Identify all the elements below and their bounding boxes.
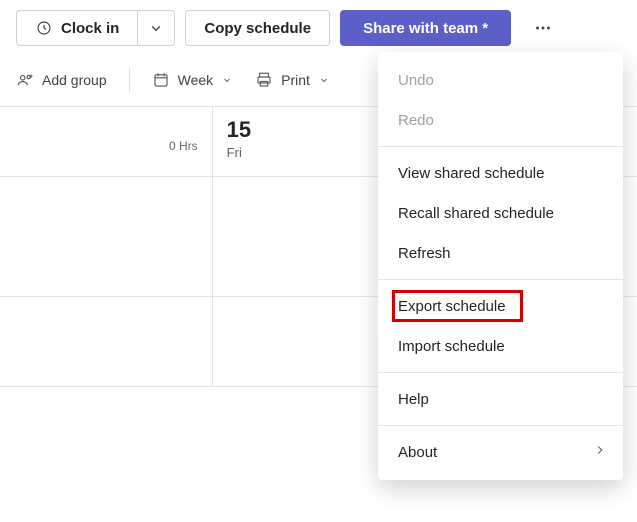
menu-item-help[interactable]: Help: [378, 379, 623, 419]
menu-label: Import schedule: [398, 338, 505, 355]
hours-label: 0 Hrs: [14, 139, 198, 153]
add-group-label: Add group: [42, 72, 107, 88]
schedule-header-cell: 0 Hrs: [0, 107, 213, 176]
menu-separator: [378, 425, 623, 426]
menu-item-undo[interactable]: Undo: [378, 60, 623, 100]
menu-label: Export schedule: [398, 298, 506, 315]
week-view-label: Week: [178, 72, 214, 88]
add-group-button[interactable]: Add group: [16, 71, 107, 89]
chevron-down-icon: [147, 19, 165, 37]
clock-in-label: Clock in: [61, 20, 119, 37]
menu-label: Redo: [398, 112, 434, 129]
menu-item-refresh[interactable]: Refresh: [378, 233, 623, 273]
print-button[interactable]: Print: [255, 71, 330, 89]
menu-label: View shared schedule: [398, 165, 544, 182]
copy-schedule-button[interactable]: Copy schedule: [185, 10, 330, 46]
more-actions-button[interactable]: [523, 17, 563, 39]
share-with-team-label: Share with team *: [363, 20, 488, 37]
printer-icon: [255, 71, 273, 89]
copy-schedule-label: Copy schedule: [204, 20, 311, 37]
menu-label: Undo: [398, 72, 434, 89]
calendar-icon: [152, 71, 170, 89]
share-with-team-button[interactable]: Share with team *: [340, 10, 511, 46]
menu-item-redo[interactable]: Redo: [378, 100, 623, 140]
menu-separator: [378, 372, 623, 373]
ellipsis-icon: [532, 17, 554, 39]
action-toolbar: Clock in Copy schedule Share with team *: [0, 0, 637, 56]
print-label: Print: [281, 72, 310, 88]
add-group-icon: [16, 71, 34, 89]
clock-in-chevron-button[interactable]: [137, 10, 175, 46]
chevron-down-icon: [318, 74, 330, 86]
chevron-right-icon: [593, 443, 607, 461]
clock-in-button[interactable]: Clock in: [16, 10, 137, 46]
menu-label: Recall shared schedule: [398, 205, 554, 222]
menu-item-view-shared-schedule[interactable]: View shared schedule: [378, 153, 623, 193]
menu-item-recall-shared-schedule[interactable]: Recall shared schedule: [378, 193, 623, 233]
menu-label: About: [398, 444, 437, 461]
separator: [129, 68, 130, 92]
schedule-cell[interactable]: [0, 297, 213, 386]
menu-item-import-schedule[interactable]: Import schedule: [378, 326, 623, 366]
menu-label: Help: [398, 391, 429, 408]
menu-separator: [378, 279, 623, 280]
menu-separator: [378, 146, 623, 147]
more-actions-menu: Undo Redo View shared schedule Recall sh…: [378, 52, 623, 480]
clock-icon: [35, 19, 53, 37]
week-view-selector[interactable]: Week: [152, 71, 234, 89]
menu-item-export-schedule[interactable]: Export schedule: [378, 286, 623, 326]
menu-label: Refresh: [398, 245, 451, 262]
menu-item-about[interactable]: About: [378, 432, 623, 472]
chevron-down-icon: [221, 74, 233, 86]
clock-in-split-button: Clock in: [16, 10, 175, 46]
schedule-cell[interactable]: [0, 177, 213, 296]
